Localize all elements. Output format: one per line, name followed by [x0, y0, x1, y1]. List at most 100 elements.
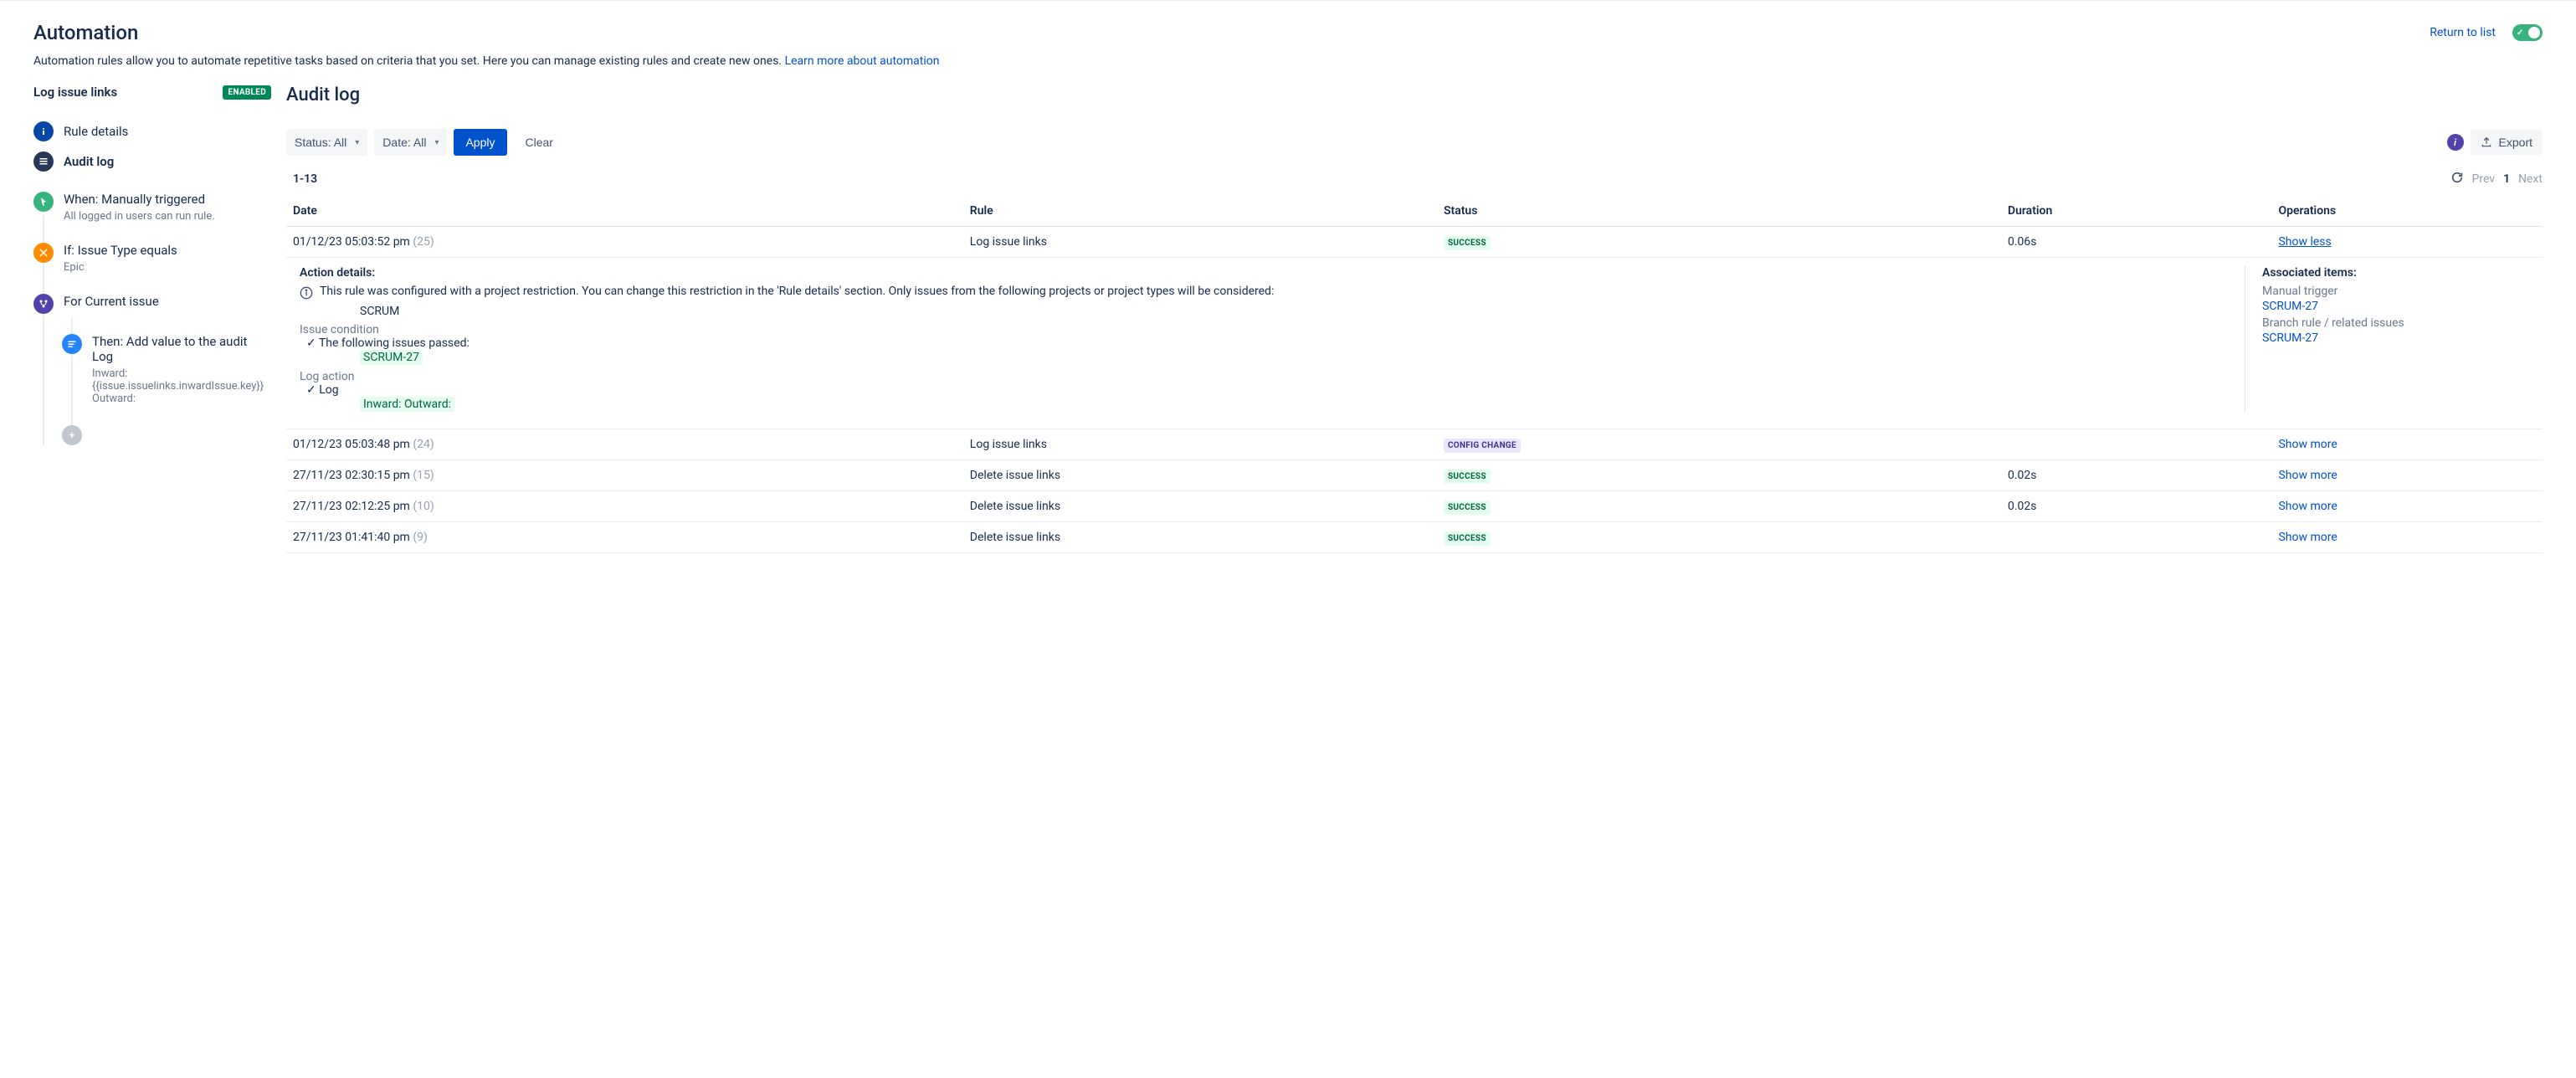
cell-count: (9): [413, 531, 428, 544]
passed-issue-key[interactable]: SCRUM-27: [360, 350, 423, 365]
restriction-notice: This rule was configured with a project …: [320, 285, 1274, 303]
nav-rule-details[interactable]: Rule details: [33, 116, 271, 146]
refresh-icon[interactable]: [2450, 171, 2464, 187]
table-row: 01/12/23 05:03:48 pm (24)Log issue links…: [286, 429, 2543, 460]
associated-items-heading: Associated items:: [2262, 266, 2529, 280]
apply-button[interactable]: Apply: [454, 129, 506, 156]
info-icon: [300, 286, 313, 303]
project-name: SCRUM: [360, 305, 2228, 318]
date-filter[interactable]: Date: All ▾: [374, 129, 447, 156]
clear-button[interactable]: Clear: [514, 129, 565, 156]
date-filter-label: Date: All: [382, 136, 426, 149]
audit-table: Date Rule Status Duration Operations 01/…: [286, 196, 2543, 553]
status-badge: SUCCESS: [1444, 470, 1491, 484]
cell-duration: 0.02s: [2001, 491, 2272, 522]
status-badge: CONFIG CHANGE: [1444, 439, 1521, 453]
cell-duration: [2001, 522, 2272, 553]
status-filter-label: Status: All: [295, 136, 346, 149]
timeline-add[interactable]: +: [62, 425, 271, 445]
audit-log-title: Audit log: [286, 85, 2543, 105]
cell-date: 27/11/23 01:41:40 pm: [293, 531, 410, 544]
status-badge: SUCCESS: [1444, 236, 1491, 250]
status-badge: SUCCESS: [1444, 531, 1491, 546]
info-icon: [33, 121, 54, 141]
check-icon: ✓: [306, 383, 316, 397]
nav-rule-details-label: Rule details: [64, 124, 128, 139]
cell-date: 01/12/23 05:03:52 pm: [293, 235, 410, 249]
show-more-link[interactable]: Show more: [2278, 531, 2337, 544]
show-more-link[interactable]: Show more: [2278, 438, 2337, 451]
action-icon: [62, 334, 82, 354]
timeline-condition[interactable]: If: Issue Type equals Epic: [33, 243, 271, 274]
return-to-list-link[interactable]: Return to list: [2430, 26, 2496, 39]
col-rule: Rule: [963, 196, 1437, 227]
plus-icon: +: [62, 425, 82, 445]
status-filter[interactable]: Status: All ▾: [286, 129, 367, 156]
export-icon: [2481, 136, 2492, 148]
timeline-branch[interactable]: For Current issue: [33, 294, 271, 314]
check-icon: ✓: [2517, 28, 2523, 38]
check-icon: ✓: [306, 336, 316, 350]
audit-log-panel: Audit log Status: All ▾ Date: All ▾ Appl…: [286, 85, 2543, 553]
condition-icon: [33, 243, 54, 263]
assoc-trigger-label: Manual trigger: [2262, 285, 2529, 298]
cell-count: (25): [413, 235, 434, 249]
table-row-expanded: Action details: This rule was configured …: [286, 258, 2543, 429]
passed-text: The following issues passed:: [319, 336, 470, 350]
log-action-label: Log action: [300, 370, 2228, 383]
col-duration: Duration: [2001, 196, 2272, 227]
trigger-sub: All logged in users can run rule.: [64, 210, 271, 223]
show-more-link[interactable]: Show more: [2278, 500, 2337, 513]
timeline-action[interactable]: Then: Add value to the audit Log Inward:…: [62, 334, 271, 405]
cell-date: 27/11/23 02:30:15 pm: [293, 469, 410, 482]
assoc-issue-link[interactable]: SCRUM-27: [2262, 300, 2529, 313]
cell-rule: Delete issue links: [963, 491, 1437, 522]
issue-condition-label: Issue condition: [300, 323, 2228, 336]
assoc-issue-link[interactable]: SCRUM-27: [2262, 331, 2529, 345]
table-row: 01/12/23 05:03:52 pm (25)Log issue links…: [286, 227, 2543, 258]
cell-rule: Delete issue links: [963, 522, 1437, 553]
branch-icon: [33, 294, 54, 314]
action-sub: Inward: {{issue.issuelinks.inwardIssue.k…: [92, 367, 271, 405]
info-icon[interactable]: i: [2447, 134, 2464, 151]
list-icon: [33, 151, 54, 172]
log-value: Inward: Outward:: [360, 397, 454, 412]
nav-audit-log[interactable]: Audit log: [33, 146, 271, 177]
chevron-down-icon: ▾: [434, 138, 439, 147]
learn-more-link[interactable]: Learn more about automation: [785, 54, 940, 68]
branch-title: For Current issue: [64, 294, 271, 309]
show-more-link[interactable]: Show more: [2278, 469, 2337, 482]
cell-count: (15): [413, 469, 434, 482]
cell-duration: 0.02s: [2001, 460, 2272, 491]
rule-enabled-toggle[interactable]: ✓: [2512, 24, 2543, 41]
results-range: 1-13: [286, 172, 317, 186]
timeline-trigger[interactable]: When: Manually triggered All logged in u…: [33, 192, 271, 223]
page-number: 1: [2503, 172, 2510, 186]
cell-duration: 0.06s: [2001, 227, 2272, 258]
cell-rule: Delete issue links: [963, 460, 1437, 491]
export-button[interactable]: Export: [2471, 130, 2543, 155]
nav-audit-log-label: Audit log: [64, 154, 114, 169]
toggle-knob: [2528, 27, 2540, 38]
cell-count: (10): [413, 500, 434, 513]
enabled-badge: ENABLED: [223, 85, 271, 100]
prev-page[interactable]: Prev: [2472, 172, 2496, 186]
cell-duration: [2001, 429, 2272, 460]
description-text: Automation rules allow you to automate r…: [33, 54, 785, 68]
page-title: Automation: [33, 21, 138, 44]
show-more-link[interactable]: Show less: [2278, 235, 2331, 249]
chevron-down-icon: ▾: [355, 138, 359, 147]
action-title: Then: Add value to the audit Log: [92, 334, 271, 364]
table-row: 27/11/23 02:12:25 pm (10) Delete issue li…: [286, 491, 2543, 522]
page-description: Automation rules allow you to automate r…: [33, 54, 2543, 68]
col-status: Status: [1437, 196, 2001, 227]
rule-name: Log issue links: [33, 85, 117, 100]
cell-count: (24): [413, 438, 434, 451]
action-details-heading: Action details:: [300, 266, 2228, 280]
trigger-icon: [33, 192, 54, 212]
next-page[interactable]: Next: [2518, 172, 2543, 186]
table-row: 27/11/23 02:30:15 pm (15) Delete issue li…: [286, 460, 2543, 491]
status-badge: SUCCESS: [1444, 501, 1491, 515]
log-label: Log: [319, 383, 338, 397]
cell-date: 27/11/23 02:12:25 pm: [293, 500, 410, 513]
